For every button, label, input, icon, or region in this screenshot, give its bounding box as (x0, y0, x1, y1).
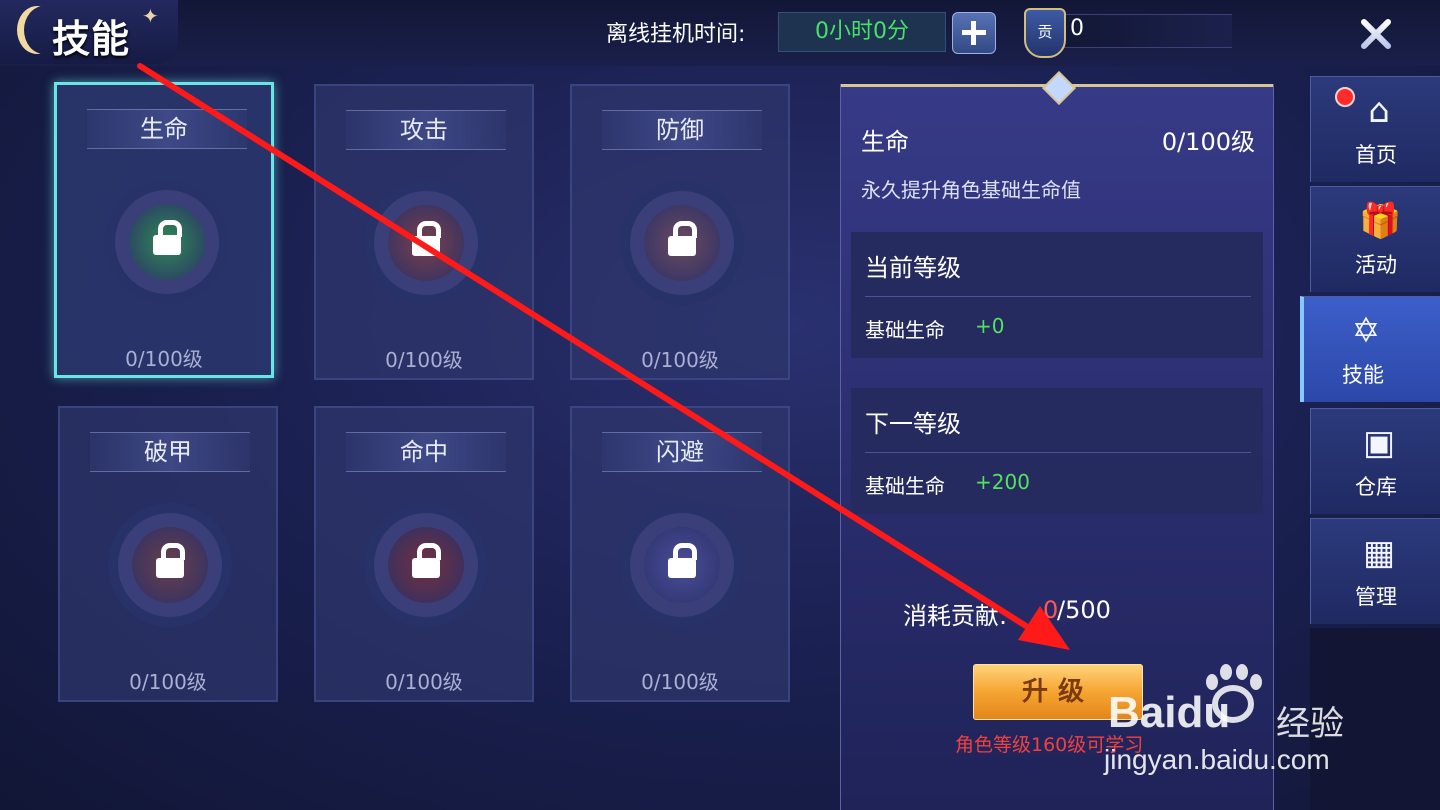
box-icon: ▣ (1362, 423, 1396, 463)
requirement-text: 角色等级160级可学习 (955, 734, 1144, 756)
next-stat-name: 基础生命 (865, 474, 945, 498)
cost-current: 0 (1043, 596, 1059, 624)
current-level-title: 当前等级 (865, 254, 961, 282)
lock-icon (668, 543, 697, 578)
hexagram-icon: ✡ (1351, 311, 1381, 351)
add-offline-time-button[interactable] (952, 12, 996, 54)
close-button[interactable] (1358, 16, 1394, 52)
skill-card-armor-break[interactable]: 破甲 0/100级 (58, 406, 278, 702)
nav-item-home[interactable]: ⌂ 首页 (1310, 76, 1440, 182)
nav-item-activity[interactable]: 🎁 活动 (1310, 186, 1440, 292)
current-stat-value: +0 (975, 314, 1005, 338)
grid-icon: ▦ (1362, 533, 1396, 573)
skill-level: 0/100级 (385, 670, 463, 694)
skill-name: 攻击 (400, 116, 448, 144)
cost-max: /500 (1057, 596, 1111, 624)
page-title: 技能 (52, 17, 131, 61)
next-stat-value: +200 (975, 470, 1030, 494)
skill-emblem (364, 181, 488, 305)
contribution-value: 0 (1070, 16, 1084, 41)
skill-name: 生命 (140, 115, 188, 143)
lock-icon (153, 220, 182, 255)
divider (865, 452, 1251, 453)
home-icon: ⌂ (1368, 91, 1390, 131)
next-level-title: 下一等级 (865, 410, 961, 438)
top-bar: 技能 ✦ 离线挂机时间: 0小时0分 贡 0 (0, 0, 1440, 66)
detail-description: 永久提升角色基础生命值 (861, 178, 1081, 202)
upgrade-button[interactable]: 升级 (973, 664, 1143, 720)
current-stat-name: 基础生命 (865, 318, 945, 342)
page-title-box: 技能 ✦ (0, 0, 178, 64)
cost-label: 消耗贡献: (903, 602, 1008, 630)
notification-dot (1335, 87, 1355, 107)
contribution-bar (1060, 14, 1232, 48)
skill-card-dodge[interactable]: 闪避 0/100级 (570, 406, 790, 702)
skill-name: 破甲 (144, 438, 192, 466)
nav-item-manage[interactable]: ▦ 管理 (1310, 518, 1440, 624)
skill-emblem (620, 503, 744, 627)
skill-level: 0/100级 (641, 348, 719, 372)
nav-label: 仓库 (1355, 475, 1397, 499)
nav-label: 首页 (1355, 143, 1397, 167)
nav-background (1310, 628, 1440, 810)
skill-name: 防御 (656, 116, 704, 144)
skill-card-life[interactable]: 生命 0/100级 (54, 82, 274, 378)
nav-label: 活动 (1355, 253, 1397, 277)
skill-emblem (364, 503, 488, 627)
skill-card-defense[interactable]: 防御 0/100级 (570, 84, 790, 380)
lock-icon (412, 543, 441, 578)
skill-level: 0/100级 (129, 670, 207, 694)
detail-skill-level: 0/100级 (1161, 128, 1255, 156)
skill-card-attack[interactable]: 攻击 0/100级 (314, 84, 534, 380)
skill-emblem (108, 503, 232, 627)
lock-icon (412, 221, 441, 256)
skill-name: 闪避 (656, 438, 704, 466)
skill-level: 0/100级 (125, 347, 203, 371)
skill-level: 0/100级 (641, 670, 719, 694)
skill-detail-panel: 生命 0/100级 永久提升角色基础生命值 当前等级 基础生命 +0 下一等级 … (840, 71, 1274, 810)
gift-icon: 🎁 (1359, 201, 1402, 241)
skill-card-hit[interactable]: 命中 0/100级 (314, 406, 534, 702)
lock-icon (156, 543, 185, 578)
offline-time-label: 离线挂机时间: (606, 22, 746, 47)
skill-emblem (620, 181, 744, 305)
current-level-box: 当前等级 基础生命 +0 (851, 232, 1263, 358)
nav-item-warehouse[interactable]: ▣ 仓库 (1310, 408, 1440, 514)
skill-name: 命中 (400, 438, 448, 466)
skill-level: 0/100级 (385, 348, 463, 372)
divider (865, 296, 1251, 297)
sparkle-icon: ✦ (142, 4, 159, 28)
next-level-box: 下一等级 基础生命 +200 (851, 388, 1263, 514)
skill-emblem (105, 180, 229, 304)
nav-label: 管理 (1355, 585, 1397, 609)
gem-ornament-icon (1042, 71, 1076, 105)
nav-item-skills[interactable]: ✡ 技能 (1300, 296, 1440, 402)
offline-time-value: 0小时0分 (778, 12, 946, 52)
nav-label: 技能 (1342, 363, 1384, 387)
detail-skill-name: 生命 (861, 128, 909, 156)
contribution-badge-icon: 贡 (1024, 8, 1066, 58)
lock-icon (668, 221, 697, 256)
